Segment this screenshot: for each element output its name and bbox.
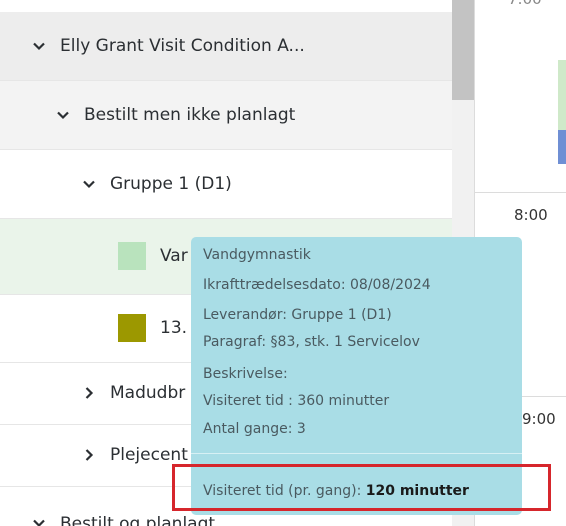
- chevron-down-icon[interactable]: [54, 106, 72, 124]
- time-label: 8:00: [514, 206, 548, 224]
- tooltip-count: Antal gange: 3: [203, 421, 306, 437]
- tooltip-visit-time-total: Visiteret tid : 360 minutter: [203, 393, 390, 409]
- divider: [0, 218, 452, 219]
- tree-row-label: 13.: [160, 318, 188, 338]
- tree-row-ordered-not-planned[interactable]: Bestilt men ikke planlagt: [0, 80, 452, 149]
- tree-row-label: Madudbr: [110, 383, 186, 403]
- tooltip-title: Vandgymnastik: [203, 247, 311, 263]
- tree-row-group[interactable]: Gruppe 1 (D1): [0, 150, 452, 218]
- tooltip-supplier: Leverandør: Gruppe 1 (D1): [203, 307, 392, 323]
- chevron-down-icon[interactable]: [30, 514, 48, 526]
- time-label: 7:00: [508, 0, 542, 8]
- chevron-down-icon[interactable]: [30, 37, 48, 55]
- divider: [0, 149, 452, 150]
- chevron-right-icon[interactable]: [80, 384, 98, 402]
- tree-row-label: Var: [160, 246, 188, 266]
- tree-row-label: Plejecent: [110, 445, 188, 465]
- tooltip-effective-date: Ikrafttrædelsesdato: 08/08/2024: [203, 277, 431, 293]
- color-swatch: [118, 314, 146, 342]
- tree-row-label: Elly Grant Visit Condition A...: [60, 36, 305, 56]
- tree-row-client[interactable]: Elly Grant Visit Condition A...: [0, 12, 452, 80]
- calendar-event[interactable]: [558, 130, 566, 164]
- hour-line: [474, 192, 566, 193]
- tooltip-paragraph: Paragraf: §83, stk. 1 Servicelov: [203, 334, 420, 350]
- highlight-box: [172, 464, 551, 511]
- chevron-right-icon[interactable]: [80, 446, 98, 464]
- color-swatch: [118, 242, 146, 270]
- tooltip-separator: [191, 453, 522, 454]
- tree-row-label: Gruppe 1 (D1): [110, 174, 232, 194]
- divider: [0, 80, 452, 81]
- tooltip-description-label: Beskrivelse:: [203, 366, 288, 382]
- tree-row-label: Bestilt men ikke planlagt: [84, 104, 296, 125]
- calendar-event[interactable]: [558, 60, 566, 130]
- scrollbar-thumb[interactable]: [452, 0, 474, 100]
- chevron-down-icon[interactable]: [80, 175, 98, 193]
- tree-row-label: Bestilt og planlagt: [60, 514, 216, 526]
- time-label: 9:00: [522, 410, 556, 428]
